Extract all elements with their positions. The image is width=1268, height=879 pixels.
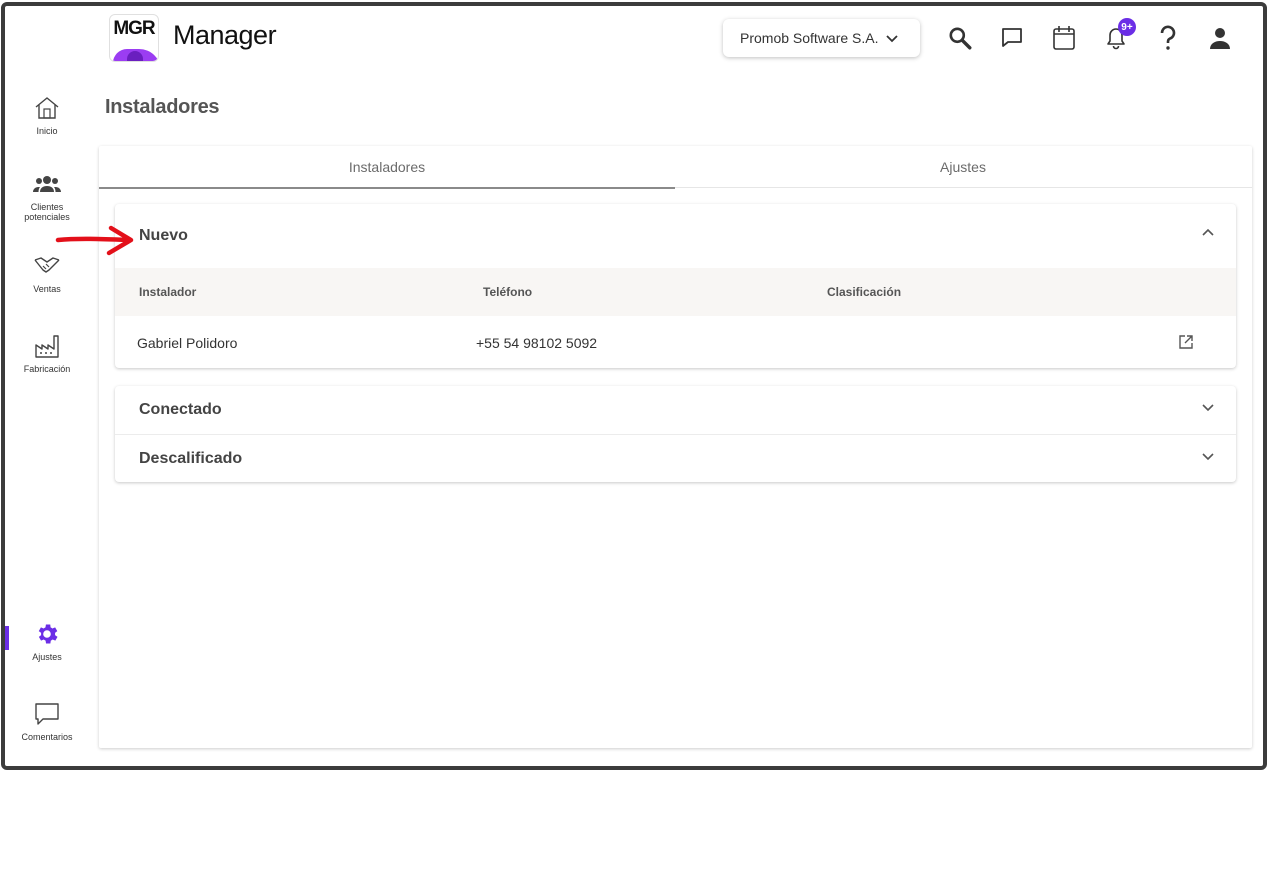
notification-badge: 9+ bbox=[1118, 18, 1136, 36]
app-title: Manager bbox=[173, 20, 277, 50]
chat-icon[interactable] bbox=[998, 24, 1026, 52]
table-header: Instalador Teléfono Clasificación bbox=[115, 268, 1236, 316]
app-window: MGR Manager Promob Software S.A. 9+ Inic… bbox=[1, 2, 1267, 770]
column-header-telefono[interactable]: Teléfono bbox=[483, 285, 532, 299]
user-account-icon[interactable] bbox=[1206, 24, 1234, 52]
tab-bar: Instaladores Ajustes bbox=[99, 146, 1252, 189]
sidebar-item-ajustes[interactable]: Ajustes bbox=[9, 620, 85, 662]
sidebar-item-clientes-potenciales[interactable]: Clientes potenciales bbox=[9, 170, 85, 222]
company-select-label: Promob Software S.A. bbox=[740, 30, 879, 46]
chevron-down-icon bbox=[1202, 404, 1214, 412]
sidebar-item-inicio[interactable]: Inicio bbox=[9, 94, 85, 136]
help-icon[interactable] bbox=[1154, 24, 1182, 52]
sidebar-item-label: Ventas bbox=[33, 284, 61, 294]
cell-telefono: +55 54 98102 5092 bbox=[476, 335, 598, 351]
app-logo[interactable]: MGR bbox=[109, 14, 159, 62]
section-descalificado-header[interactable]: Descalificado bbox=[115, 435, 1236, 483]
annotation-arrow-icon bbox=[55, 225, 134, 256]
column-header-clasificacion[interactable]: Clasificación bbox=[827, 285, 901, 299]
page-title: Instaladores bbox=[105, 96, 220, 118]
open-in-new-icon[interactable] bbox=[1178, 334, 1194, 350]
chevron-down-icon bbox=[1202, 453, 1214, 461]
sidebar-item-label: Clientes potenciales bbox=[24, 202, 70, 222]
section-conectado-header[interactable]: Conectado bbox=[115, 386, 1236, 434]
people-icon bbox=[33, 176, 61, 192]
cell-instalador: Gabriel Polidoro bbox=[137, 335, 238, 351]
table-row[interactable]: Gabriel Polidoro +55 54 98102 5092 bbox=[115, 316, 1236, 370]
section-nuevo-header[interactable]: Nuevo bbox=[115, 204, 1236, 268]
logo-text: MGR bbox=[113, 18, 155, 39]
factory-icon bbox=[35, 335, 59, 358]
sidebar-item-fabricacion[interactable]: Fabricación bbox=[9, 332, 85, 374]
tab-instaladores[interactable]: Instaladores bbox=[99, 146, 675, 189]
sidebar-item-ventas[interactable]: Ventas bbox=[9, 252, 85, 294]
gear-icon bbox=[38, 624, 58, 644]
comment-icon bbox=[35, 703, 59, 725]
sidebar-item-comentarios[interactable]: Comentarios bbox=[9, 700, 85, 742]
section-nuevo: Nuevo Instalador Teléfono Clasificación … bbox=[115, 204, 1236, 368]
company-select[interactable]: Promob Software S.A. bbox=[723, 19, 920, 57]
section-title: Conectado bbox=[139, 401, 222, 418]
search-icon[interactable] bbox=[946, 24, 974, 52]
sidebar-item-label: Inicio bbox=[36, 126, 58, 136]
section-collapsed-group: Conectado Descalificado bbox=[115, 386, 1236, 482]
notification-bell-icon[interactable]: 9+ bbox=[1102, 18, 1136, 52]
home-icon bbox=[35, 97, 59, 119]
sidebar-item-label: Fabricación bbox=[23, 364, 71, 374]
chevron-down-icon bbox=[885, 35, 898, 43]
section-title: Nuevo bbox=[139, 227, 188, 244]
calendar-icon[interactable] bbox=[1050, 24, 1078, 52]
tab-ajustes[interactable]: Ajustes bbox=[675, 146, 1251, 188]
sidebar-item-label: Comentarios bbox=[21, 732, 73, 742]
column-header-instalador[interactable]: Instalador bbox=[139, 285, 196, 299]
section-title: Descalificado bbox=[139, 450, 243, 467]
logo-shape-accent bbox=[127, 51, 143, 61]
main-card: Instaladores Ajustes Nuevo Instalador Te… bbox=[99, 146, 1252, 748]
sidebar-item-label: Ajustes bbox=[32, 652, 62, 662]
chevron-up-icon bbox=[1202, 228, 1214, 236]
